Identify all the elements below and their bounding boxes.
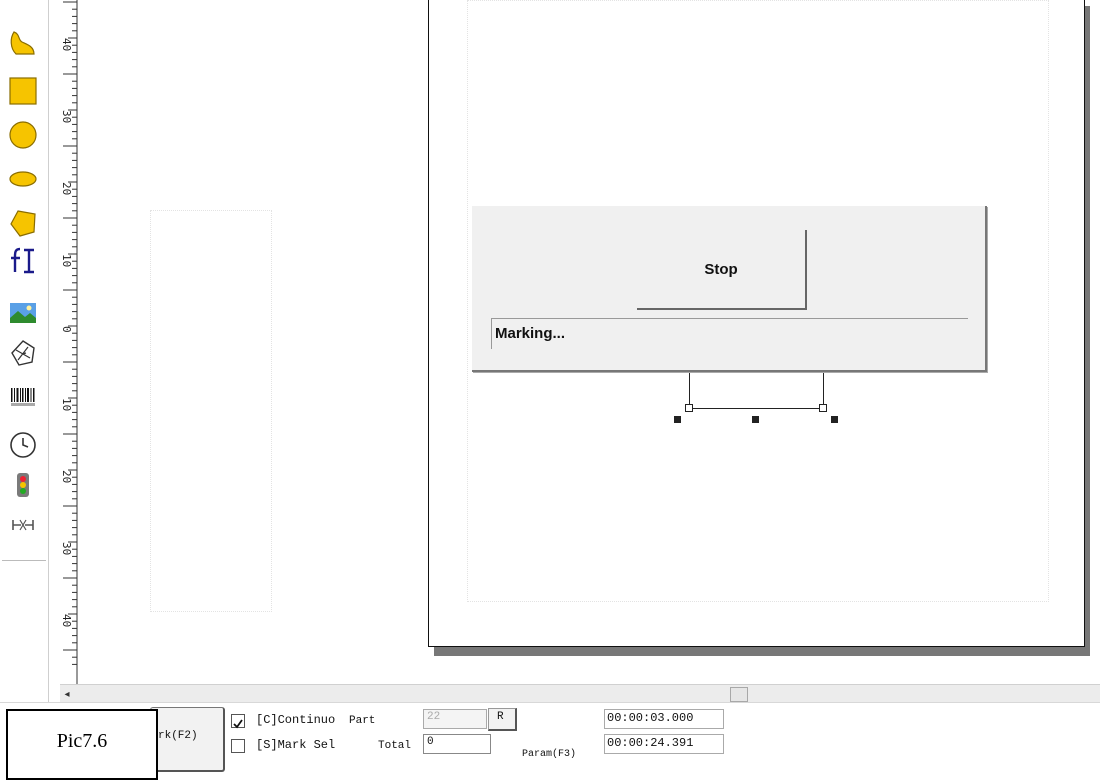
- ruler-label: 30: [60, 110, 73, 123]
- time-field-2: 00:00:24.391: [604, 734, 724, 754]
- ellipse-icon[interactable]: [6, 162, 40, 196]
- selection-handle[interactable]: [752, 416, 759, 423]
- mark-control-bar: rk(F2) [C]Continuo [S]Mark Sel Part Tota…: [0, 702, 1100, 781]
- marking-dialog: Stop Marking...: [472, 206, 987, 372]
- part-label: Part: [349, 715, 376, 727]
- selection-node[interactable]: [685, 404, 693, 412]
- ruler-label: 30: [60, 542, 73, 555]
- object-line: [823, 370, 824, 408]
- selection-handle[interactable]: [674, 416, 681, 423]
- status-line: Marking...: [491, 318, 968, 349]
- total-label: Total: [378, 740, 412, 752]
- horizontal-scrollbar[interactable]: ◂: [60, 684, 1100, 703]
- input-port-icon[interactable]: [6, 468, 40, 502]
- mark-button-label: rk(F2): [158, 730, 198, 742]
- ruler-label: 10: [60, 254, 73, 267]
- ruler-label: 40: [60, 38, 73, 51]
- part-field: 22: [423, 709, 487, 729]
- vertical-ruler: 4030201001020304050: [50, 0, 80, 699]
- page-shadow: [434, 647, 1090, 656]
- time-value-2: 00:00:24.391: [607, 736, 694, 750]
- ruler-label: 20: [60, 470, 73, 483]
- faint-guide: [150, 210, 272, 612]
- scrollbar-thumb[interactable]: [730, 687, 748, 702]
- drawing-toolbar: [0, 0, 49, 780]
- object-line: [689, 408, 824, 409]
- selection-handle[interactable]: [831, 416, 838, 423]
- total-field[interactable]: 0: [423, 734, 491, 754]
- circle-icon[interactable]: [6, 118, 40, 152]
- ruler-label: 20: [60, 182, 73, 195]
- curve-icon[interactable]: [6, 26, 40, 60]
- param-button[interactable]: Param(F3): [522, 749, 576, 760]
- toolbar-divider: [2, 560, 46, 561]
- selection-node[interactable]: [819, 404, 827, 412]
- time-value-1: 00:00:03.000: [607, 711, 694, 725]
- scroll-left-arrow-icon[interactable]: ◂: [60, 685, 74, 703]
- timer-icon[interactable]: [6, 428, 40, 462]
- ruler-ticks: 4030201001020304050: [60, 0, 78, 699]
- figure-caption: Pic7.6: [56, 730, 108, 752]
- vector-file-icon[interactable]: [6, 336, 40, 370]
- continuous-label: [C]Continuo: [256, 713, 336, 727]
- ruler-label: 40: [60, 614, 73, 627]
- total-value: 0: [427, 736, 434, 748]
- ruler-label: 10: [60, 398, 73, 411]
- rectangle-icon[interactable]: [6, 74, 40, 108]
- object-line: [689, 370, 690, 408]
- stop-button[interactable]: Stop: [637, 230, 807, 310]
- figure-caption-box: Pic7.6: [6, 709, 158, 780]
- ruler-label: 0: [60, 326, 73, 333]
- status-text: Marking...: [495, 325, 566, 342]
- mark-button[interactable]: rk(F2): [150, 707, 225, 772]
- checkmark-icon: [233, 719, 243, 729]
- continuous-checkbox[interactable]: [231, 714, 245, 729]
- bitmap-icon[interactable]: [6, 296, 40, 330]
- mark-sel-checkbox[interactable]: [231, 739, 245, 753]
- output-port-icon[interactable]: [6, 508, 40, 542]
- barcode-icon[interactable]: [6, 380, 40, 414]
- reset-button[interactable]: R: [488, 708, 517, 731]
- reset-label: R: [497, 711, 504, 723]
- mark-sel-label: [S]Mark Sel: [256, 738, 336, 752]
- polygon-icon[interactable]: [6, 206, 40, 240]
- part-value: 22: [427, 711, 441, 723]
- time-field-1: 00:00:03.000: [604, 709, 724, 729]
- text-icon[interactable]: [6, 244, 40, 278]
